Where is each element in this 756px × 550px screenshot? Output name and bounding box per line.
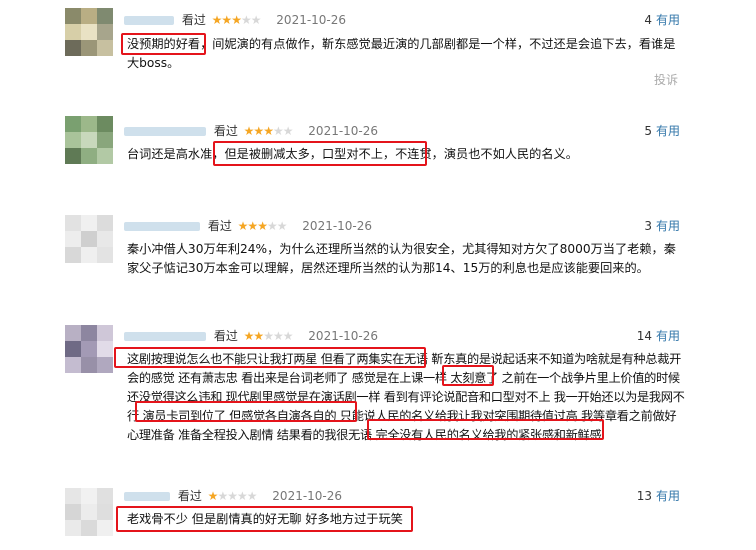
rating-stars: ★★★★★ bbox=[243, 124, 294, 138]
rating-stars: ★★★★★ bbox=[243, 329, 294, 343]
username[interactable] bbox=[124, 127, 206, 136]
useful-button[interactable]: 有用 bbox=[656, 219, 680, 233]
highlight-box bbox=[442, 365, 494, 386]
review-text: 没预期的好看，间妮演的有点做作，靳东感觉最近演的几部剧都是一个样，不过还是会追下… bbox=[127, 37, 676, 70]
review-meta: 看过 ★★★★★ 2021-10-26 bbox=[124, 12, 346, 28]
watched-status: 看过 bbox=[213, 124, 238, 138]
avatar[interactable] bbox=[65, 215, 113, 263]
useful-button[interactable]: 有用 bbox=[656, 13, 680, 27]
watched-status: 看过 bbox=[177, 489, 202, 503]
avatar[interactable] bbox=[65, 325, 113, 373]
useful-count: 13 bbox=[636, 489, 652, 503]
highlight-box bbox=[213, 141, 427, 166]
review-date: 2021-10-26 bbox=[308, 329, 379, 343]
username[interactable] bbox=[124, 332, 206, 341]
username[interactable] bbox=[124, 222, 200, 231]
username[interactable] bbox=[124, 492, 170, 501]
highlight-box bbox=[116, 506, 413, 532]
highlight-box bbox=[114, 347, 426, 368]
report-link[interactable]: 投诉 bbox=[654, 71, 678, 88]
useful-button[interactable]: 有用 bbox=[656, 489, 680, 503]
rating-stars: ★★★★★ bbox=[211, 13, 262, 27]
useful-count: 14 bbox=[636, 329, 652, 343]
avatar[interactable] bbox=[65, 488, 113, 536]
avatar[interactable] bbox=[65, 8, 113, 56]
review-meta: 看过 ★★★★★ 2021-10-26 bbox=[124, 488, 342, 504]
useful-vote[interactable]: 4 有用 bbox=[644, 12, 680, 28]
rating-stars: ★★★★★ bbox=[207, 489, 258, 503]
useful-count: 5 bbox=[644, 124, 652, 138]
highlight-box bbox=[121, 33, 206, 55]
review-date: 2021-10-26 bbox=[276, 13, 347, 27]
useful-count: 4 bbox=[644, 13, 652, 27]
useful-vote[interactable]: 13 有用 bbox=[637, 488, 680, 504]
useful-vote[interactable]: 5 有用 bbox=[644, 123, 680, 139]
review-meta: 看过 ★★★★★ 2021-10-26 bbox=[124, 328, 378, 344]
useful-vote[interactable]: 3 有用 bbox=[644, 218, 680, 234]
review-meta: 看过 ★★★★★ 2021-10-26 bbox=[124, 218, 372, 234]
username[interactable] bbox=[124, 16, 174, 25]
avatar[interactable] bbox=[65, 116, 113, 164]
useful-vote[interactable]: 14 有用 bbox=[637, 328, 680, 344]
review-date: 2021-10-26 bbox=[272, 489, 343, 503]
rating-stars: ★★★★★ bbox=[237, 219, 288, 233]
review-date: 2021-10-26 bbox=[308, 124, 379, 138]
watched-status: 看过 bbox=[181, 13, 206, 27]
review-meta: 看过 ★★★★★ 2021-10-26 bbox=[124, 123, 378, 139]
review-date: 2021-10-26 bbox=[302, 219, 373, 233]
watched-status: 看过 bbox=[213, 329, 238, 343]
review-text: 秦小冲借人30万年利24%，为什么还理所当然的认为很安全，尤其得知对方欠了800… bbox=[127, 242, 676, 275]
useful-count: 3 bbox=[644, 219, 652, 233]
highlight-box bbox=[135, 401, 357, 422]
useful-button[interactable]: 有用 bbox=[656, 124, 680, 138]
highlight-box bbox=[367, 419, 604, 440]
watched-status: 看过 bbox=[207, 219, 232, 233]
useful-button[interactable]: 有用 bbox=[656, 329, 680, 343]
